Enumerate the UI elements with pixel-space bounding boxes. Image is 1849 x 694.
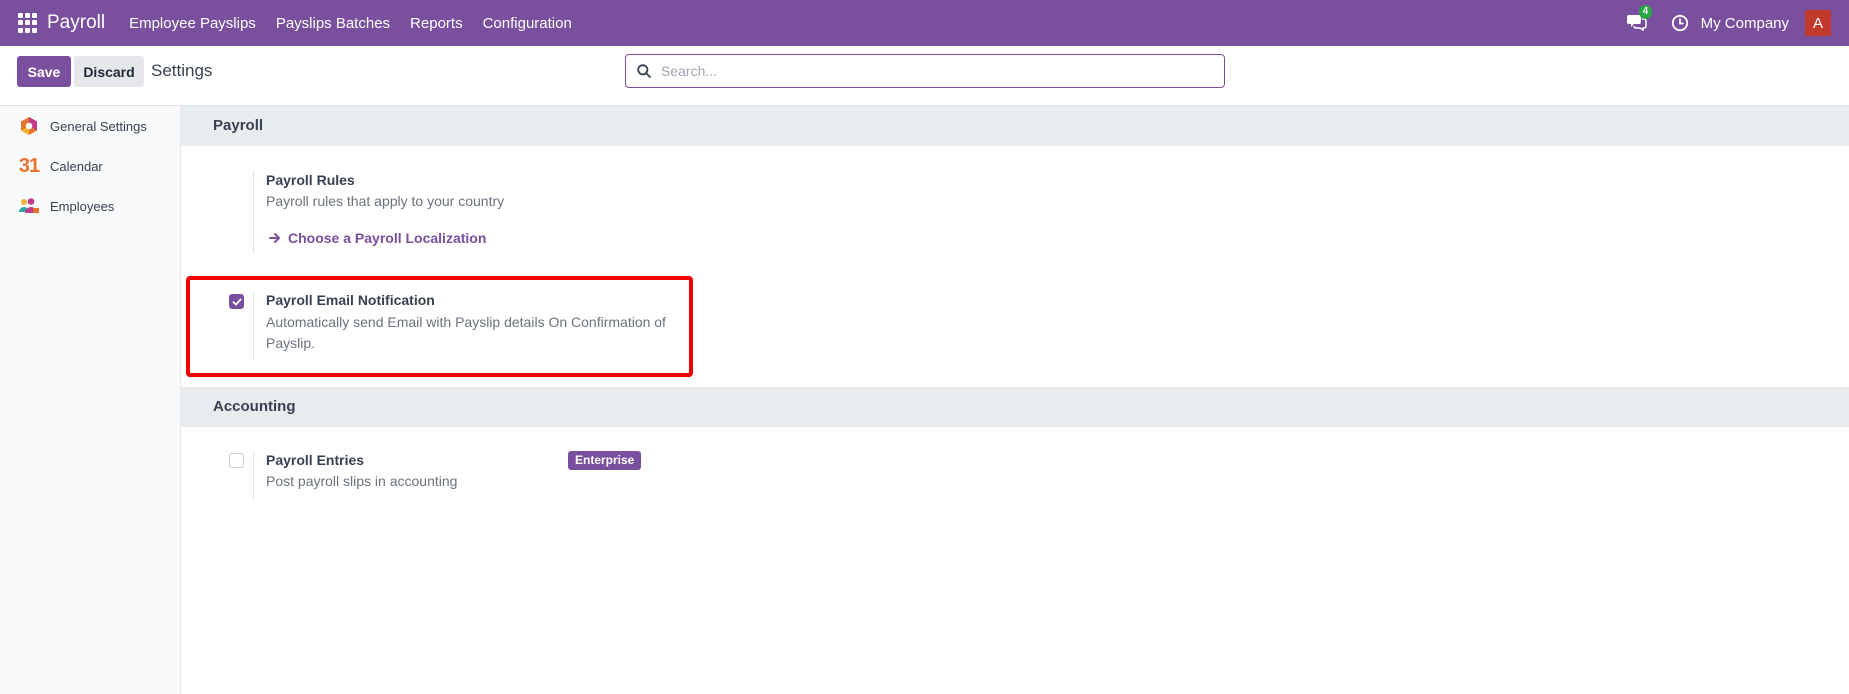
page-title: Settings (151, 61, 213, 80)
email-notification-description: Automatically send Email with Payslip de… (266, 314, 666, 351)
discard-button[interactable]: Discard (74, 56, 144, 87)
settings-sidebar: General Settings 31 Calendar Employees (0, 106, 181, 694)
messaging-button[interactable]: 4 (1626, 5, 1653, 33)
arrow-right-icon (269, 233, 280, 243)
company-switcher[interactable]: My Company (1701, 15, 1789, 32)
sidebar-item-general-settings[interactable]: General Settings (0, 106, 180, 146)
calendar-icon: 31 (18, 155, 40, 177)
setting-divider (253, 451, 254, 499)
control-panel: Save Discard Settings (0, 46, 1849, 106)
sidebar-item-label: Employees (50, 198, 115, 214)
search-box[interactable] (625, 54, 1225, 88)
clock-icon[interactable] (1671, 14, 1689, 32)
section-header-accounting: Accounting (181, 387, 1849, 427)
calendar-icon-text: 31 (18, 154, 40, 177)
navbar-systray: 4 My Company A (1626, 0, 1849, 46)
save-button[interactable]: Save (17, 56, 71, 87)
choose-localization-link[interactable]: Choose a Payroll Localization (269, 230, 486, 246)
sidebar-item-employees[interactable]: Employees (0, 186, 180, 226)
menu-employee-payslips[interactable]: Employee Payslips (129, 15, 256, 32)
email-notification-title: Payroll Email Notification (266, 292, 435, 308)
settings-content: Payroll Payroll Rules Payroll rules that… (181, 106, 1849, 694)
email-notification-checkbox[interactable] (229, 294, 244, 309)
user-avatar[interactable]: A (1805, 10, 1831, 36)
section-header-payroll: Payroll (181, 106, 1849, 146)
setting-divider (253, 170, 254, 254)
odoo-settings-icon (18, 115, 40, 137)
menu-reports[interactable]: Reports (410, 15, 463, 32)
payroll-entries-checkbox[interactable] (229, 453, 244, 468)
payroll-rules-description: Payroll rules that apply to your country (266, 193, 505, 209)
employees-icon (18, 195, 40, 217)
sidebar-item-label: General Settings (50, 118, 147, 134)
payroll-rules-title: Payroll Rules (266, 172, 355, 188)
payroll-entries-description: Post payroll slips in accounting (266, 473, 458, 489)
search-icon (637, 64, 651, 78)
payroll-entries-title: Payroll Entries (266, 452, 365, 468)
chat-counter-badge: 4 (1638, 5, 1653, 19)
setting-divider (253, 292, 254, 360)
menu-configuration[interactable]: Configuration (483, 15, 572, 32)
search-input[interactable] (661, 63, 1201, 79)
menu-payslips-batches[interactable]: Payslips Batches (276, 15, 390, 32)
enterprise-badge[interactable]: Enterprise (568, 451, 642, 470)
choose-localization-label: Choose a Payroll Localization (288, 230, 487, 246)
apps-menu-icon[interactable] (18, 13, 38, 33)
app-brand[interactable]: Payroll (47, 12, 105, 34)
sidebar-item-calendar[interactable]: 31 Calendar (0, 146, 180, 186)
sidebar-item-label: Calendar (50, 158, 103, 174)
top-navbar: Payroll Employee Payslips Payslips Batch… (0, 0, 1849, 46)
check-icon (232, 298, 241, 305)
